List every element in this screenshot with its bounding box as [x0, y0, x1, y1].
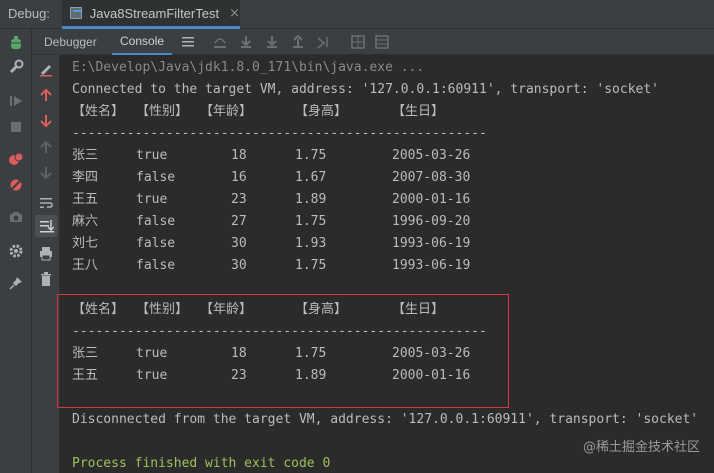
tab-label: Java8StreamFilterTest: [89, 5, 220, 21]
cell-birthday: 2007-08-30: [392, 170, 471, 185]
cell-age: 18: [231, 148, 247, 163]
cell-gender: false: [136, 258, 176, 273]
soft-wrap-icon[interactable]: [38, 195, 54, 211]
cell-name: 李四: [72, 170, 99, 185]
cell-gender: false: [136, 214, 176, 229]
settings-icon[interactable]: [8, 243, 24, 259]
cell-birthday: 2005-03-26: [392, 148, 471, 163]
trace-icon[interactable]: [374, 34, 390, 50]
down-arrow-icon[interactable]: [38, 113, 54, 129]
disconnected-line: Disconnected from the target VM, address…: [72, 412, 699, 427]
cell-birthday: 1993-06-19: [392, 236, 471, 251]
cell-height: 1.75: [295, 214, 327, 229]
separator-line: ----------------------------------------…: [72, 126, 487, 141]
cell-age: 27: [231, 214, 247, 229]
cell-height: 1.75: [295, 148, 327, 163]
rerun-debug-icon[interactable]: [8, 35, 24, 51]
cell-name: 刘七: [72, 236, 99, 251]
clear-console-icon[interactable]: [38, 61, 54, 77]
force-step-into-icon[interactable]: [264, 34, 280, 50]
cell-name: 张三: [72, 148, 99, 163]
console-output[interactable]: E:\Develop\Java\jdk1.8.0_171\bin\java.ex…: [61, 55, 714, 473]
debug-side-toolbar: [0, 29, 32, 473]
trash-icon[interactable]: [38, 271, 54, 287]
tab-debugger[interactable]: Debugger: [44, 29, 97, 55]
step-out-icon[interactable]: [290, 34, 306, 50]
cell-age: 23: [231, 192, 247, 207]
cell-birthday: 1996-09-20: [392, 214, 471, 229]
cell-birthday: 2000-01-16: [392, 192, 471, 207]
cell-name: 王五: [72, 192, 99, 207]
evaluate-expression-icon[interactable]: [350, 34, 366, 50]
cell-gender: false: [136, 236, 176, 251]
cell-gender: true: [136, 192, 168, 207]
menu-icon[interactable]: [180, 34, 196, 50]
scroll-to-end-icon[interactable]: [35, 215, 57, 237]
header-age: 【年龄】: [200, 104, 253, 119]
cell-gender: true: [136, 148, 168, 163]
exit-line: Process finished with exit code 0: [72, 456, 331, 471]
view-breakpoints-icon[interactable]: [8, 151, 24, 167]
up-arrow-icon[interactable]: [38, 87, 54, 103]
watermark: @稀土掘金技术社区: [582, 440, 700, 455]
print-icon[interactable]: [38, 245, 54, 261]
cell-age: 30: [231, 236, 247, 251]
tab-java8streamfiltertest[interactable]: Java8StreamFilterTest ×: [62, 0, 240, 29]
step-over-icon[interactable]: [212, 34, 228, 50]
header-gender: 【性别】: [136, 104, 189, 119]
close-icon[interactable]: ×: [229, 6, 240, 21]
console-gutter: [32, 55, 60, 473]
debug-toolbar: Debugger Console: [32, 29, 714, 55]
up-arrow-disabled-icon: [38, 139, 54, 155]
cell-height: 1.89: [295, 192, 327, 207]
cell-age: 16: [231, 170, 247, 185]
header-birthday: 【生日】: [392, 104, 445, 119]
cell-name: 王八: [72, 258, 99, 273]
run-to-cursor-icon[interactable]: [316, 34, 332, 50]
step-into-icon[interactable]: [238, 34, 254, 50]
resume-icon[interactable]: [8, 93, 24, 109]
header-height: 【身高】: [295, 104, 348, 119]
pin-icon[interactable]: [8, 275, 24, 291]
cell-height: 1.93: [295, 236, 327, 251]
command-line: E:\Develop\Java\jdk1.8.0_171\bin\java.ex…: [72, 60, 425, 75]
cell-age: 30: [231, 258, 247, 273]
cell-height: 1.67: [295, 170, 327, 185]
run-config-icon: [70, 7, 82, 19]
camera-icon[interactable]: [8, 209, 24, 225]
connected-line: Connected to the target VM, address: '12…: [72, 82, 659, 97]
tab-console[interactable]: Console: [112, 29, 173, 55]
stop-icon[interactable]: [8, 119, 24, 135]
debug-titlebar: Debug: Java8StreamFilterTest ×: [0, 0, 714, 29]
debug-label: Debug:: [8, 6, 50, 21]
down-arrow-disabled-icon: [38, 165, 54, 181]
wrench-icon[interactable]: [8, 59, 24, 75]
cell-birthday: 1993-06-19: [392, 258, 471, 273]
cell-gender: false: [136, 170, 176, 185]
mute-breakpoints-icon[interactable]: [8, 177, 24, 193]
cell-height: 1.75: [295, 258, 327, 273]
cell-name: 麻六: [72, 214, 99, 229]
header-name: 【姓名】: [72, 104, 125, 119]
highlight-box: [57, 294, 509, 408]
